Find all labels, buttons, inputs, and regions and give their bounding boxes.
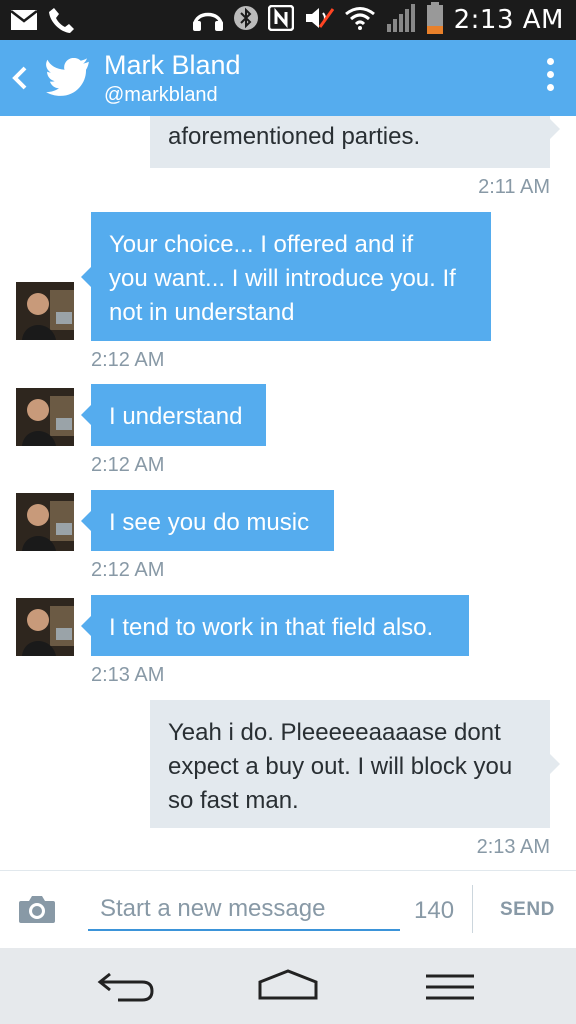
status-bar-right: 2:13 AM xyxy=(192,0,564,40)
message-bubble-outgoing: Yeah i do. Pleeeeeaaaase dont expect a b… xyxy=(150,700,560,828)
system-nav-bar xyxy=(0,948,576,1024)
contact-name: Mark Bland xyxy=(104,50,241,80)
message-text: aforementioned parties. xyxy=(168,123,421,150)
wifi-icon xyxy=(344,6,376,35)
avatar[interactable] xyxy=(16,598,74,656)
message-text: not in understand xyxy=(109,299,295,326)
message-timestamp: 2:11 AM xyxy=(478,176,550,198)
contact-handle: @markbland xyxy=(104,84,218,106)
overflow-menu-icon[interactable] xyxy=(544,58,556,98)
message-text: expect a buy out. I will block you xyxy=(168,753,513,780)
bluetooth-icon xyxy=(233,4,258,37)
nav-home-icon[interactable] xyxy=(256,968,320,1004)
message-bubble-incoming: I see you do music xyxy=(81,490,334,551)
twitter-bird-icon[interactable] xyxy=(46,57,90,98)
message-timestamp: 2:13 AM xyxy=(476,836,550,858)
nfc-icon xyxy=(267,4,294,36)
mail-icon xyxy=(10,9,38,36)
message-timestamp: 2:12 AM xyxy=(91,454,165,476)
message-timestamp: 2:13 AM xyxy=(91,664,165,686)
phone-icon xyxy=(48,6,74,39)
message-timestamp: 2:12 AM xyxy=(91,349,165,371)
message-bubble-outgoing: aforementioned parties. xyxy=(150,116,560,168)
mute-icon xyxy=(304,5,334,36)
chevron-left-icon[interactable] xyxy=(8,62,32,94)
message-bubble-incoming: I tend to work in that field also. xyxy=(81,595,469,656)
headphones-icon xyxy=(192,5,224,36)
compose-bar: 140 SEND xyxy=(0,870,576,948)
message-text: Yeah i do. Pleeeeeaaaase dont xyxy=(168,719,501,746)
message-text: I tend to work in that field also. xyxy=(109,614,434,641)
avatar[interactable] xyxy=(16,388,74,446)
conversation-header: Mark Bland @markbland xyxy=(0,40,576,116)
message-timestamp: 2:12 AM xyxy=(91,559,165,581)
message-input[interactable] xyxy=(88,889,400,931)
status-bar-left xyxy=(10,6,74,39)
message-bubble-incoming: I understand xyxy=(81,384,266,446)
nav-back-icon[interactable] xyxy=(96,970,158,1004)
nav-menu-icon[interactable] xyxy=(424,972,476,1002)
message-text: I understand xyxy=(109,403,243,430)
avatar[interactable] xyxy=(16,493,74,551)
message-bubble-incoming: Your choice... I offered and if you want… xyxy=(81,212,491,341)
message-text: so fast man. xyxy=(168,787,299,814)
message-text: I see you do music xyxy=(109,509,310,536)
status-bar: 2:13 AM xyxy=(0,0,576,40)
send-button[interactable]: SEND xyxy=(500,899,555,921)
signal-icon xyxy=(386,3,416,37)
message-text: Your choice... I offered and if xyxy=(109,231,414,258)
message-thread[interactable]: aforementioned parties. 2:11 AM Your cho… xyxy=(0,116,576,870)
status-time: 2:13 AM xyxy=(453,5,564,35)
camera-icon[interactable] xyxy=(18,893,56,925)
character-count: 140 xyxy=(414,897,455,924)
message-text: you want... I will introduce you. If xyxy=(109,265,456,292)
battery-icon xyxy=(426,1,444,39)
compose-divider xyxy=(472,885,473,933)
avatar[interactable] xyxy=(16,282,74,340)
